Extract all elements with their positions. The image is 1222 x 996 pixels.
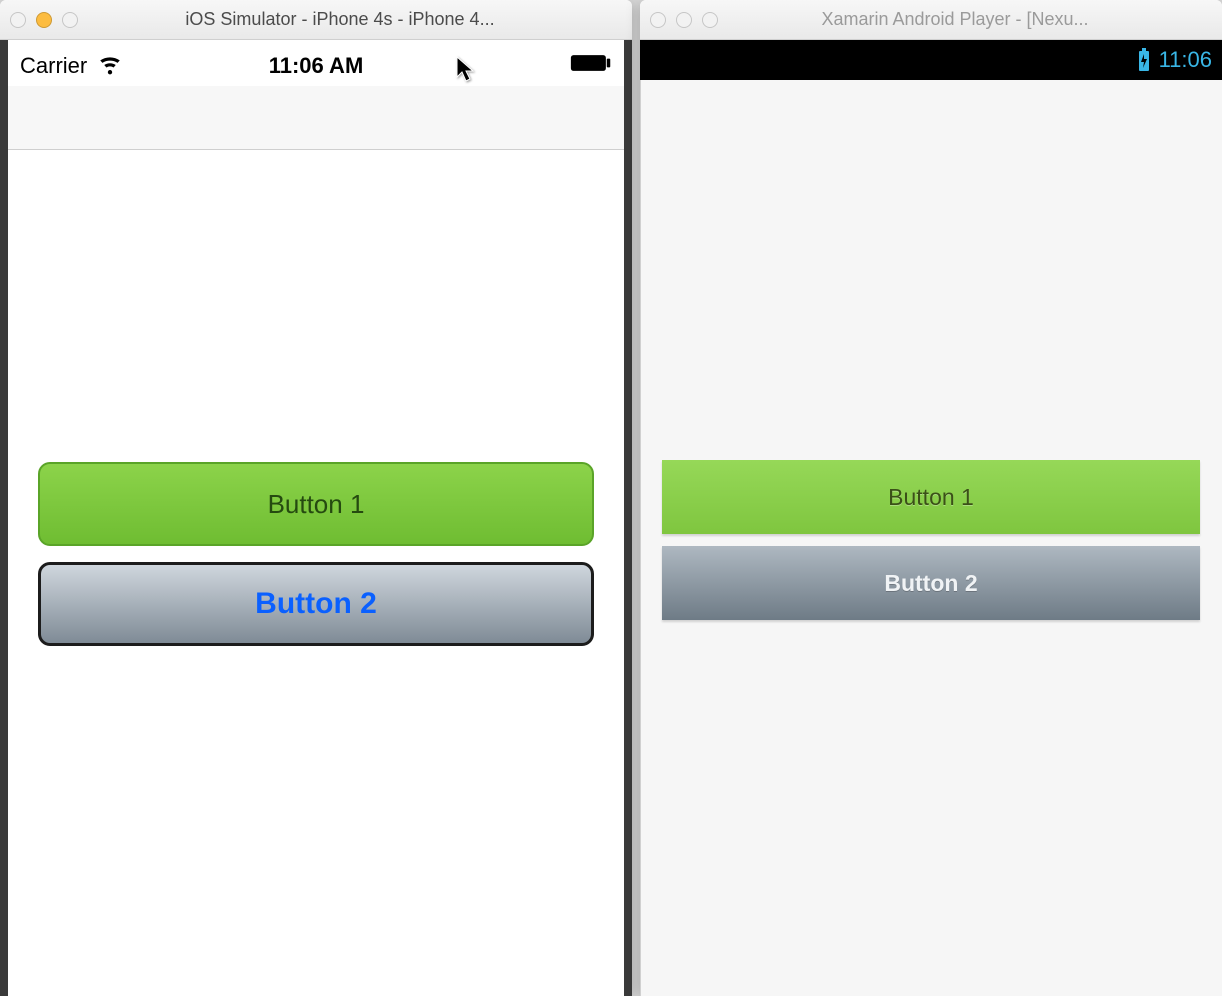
android-window-titlebar[interactable]: Xamarin Android Player - [Nexu... — [640, 0, 1222, 40]
android-window-title: Xamarin Android Player - [Nexu... — [728, 9, 1212, 30]
wifi-icon — [97, 50, 123, 82]
ios-clock-label: 11:06 AM — [217, 53, 414, 79]
minimize-window-icon[interactable] — [676, 12, 692, 28]
minimize-window-icon[interactable] — [36, 12, 52, 28]
close-window-icon[interactable] — [650, 12, 666, 28]
traffic-lights — [10, 12, 78, 28]
zoom-window-icon[interactable] — [62, 12, 78, 28]
android-app-content: Button 1 Button 2 — [640, 460, 1222, 620]
ios-status-bar: Carrier 11:06 AM — [8, 46, 624, 86]
button-1[interactable]: Button 1 — [38, 462, 594, 546]
ios-simulator-window: iOS Simulator - iPhone 4s - iPhone 4... … — [0, 0, 632, 996]
zoom-window-icon[interactable] — [702, 12, 718, 28]
button-2[interactable]: Button 2 — [38, 562, 594, 646]
carrier-label: Carrier — [20, 53, 87, 79]
android-simulator-screen: 11:06 Button 1 Button 2 — [640, 40, 1222, 996]
ios-window-titlebar[interactable]: iOS Simulator - iPhone 4s - iPhone 4... — [0, 0, 632, 40]
android-clock-label: 11:06 — [1159, 47, 1212, 73]
battery-icon — [570, 53, 612, 79]
android-player-window: Xamarin Android Player - [Nexu... 11:06 … — [640, 0, 1222, 996]
ios-window-title: iOS Simulator - iPhone 4s - iPhone 4... — [88, 9, 622, 30]
button-1[interactable]: Button 1 — [662, 460, 1200, 534]
traffic-lights — [650, 12, 718, 28]
ios-simulator-screen: Carrier 11:06 AM Button 1 Button 2 — [0, 40, 632, 996]
button-2[interactable]: Button 2 — [662, 546, 1200, 620]
ios-app-content: Button 1 Button 2 — [8, 152, 624, 996]
battery-charging-icon — [1137, 48, 1151, 72]
close-window-icon[interactable] — [10, 12, 26, 28]
ios-navigation-bar — [8, 86, 624, 150]
android-status-bar: 11:06 — [640, 40, 1222, 80]
